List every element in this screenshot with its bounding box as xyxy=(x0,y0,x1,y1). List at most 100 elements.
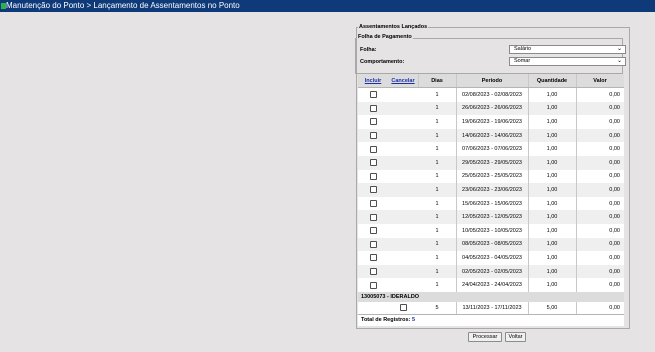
cell-valor: 0,00 xyxy=(609,227,620,234)
cell-valor: 0,00 xyxy=(609,254,620,261)
table-row: 1 26/06/2023 - 26/06/2023 1,00 0,00 xyxy=(358,101,624,116)
row-checkbox[interactable] xyxy=(369,132,377,140)
cell-dias: 1 xyxy=(435,241,439,248)
assentamentos-legend: Assentamentos Lançados xyxy=(358,24,429,31)
header-quantidade: Quantidade xyxy=(536,77,568,84)
cell-periodo: 14/06/2023 - 14/06/2023 xyxy=(462,132,522,139)
cell-periodo: 10/05/2023 - 10/05/2023 xyxy=(462,227,522,234)
cancelar-link[interactable]: Cancelar xyxy=(388,74,418,87)
cell-valor: 0,00 xyxy=(609,132,620,139)
table-row: 1 19/06/2023 - 19/06/2023 1,00 0,00 xyxy=(358,115,624,129)
row-checkbox[interactable] xyxy=(369,172,377,180)
row-checkbox[interactable] xyxy=(369,186,377,194)
cell-periodo: 13/11/2023 - 17/11/2023 xyxy=(462,304,522,311)
folha-label: Folha: xyxy=(360,47,377,53)
row-checkbox[interactable] xyxy=(369,91,377,99)
cell-dias: 1 xyxy=(435,118,439,125)
cell-periodo: 12/05/2023 - 12/05/2023 xyxy=(462,214,522,221)
processar-button[interactable]: Processar xyxy=(468,332,502,342)
cell-quantidade: 1,00 xyxy=(546,254,558,261)
cell-dias: 1 xyxy=(435,132,439,139)
cell-dias: 1 xyxy=(435,200,439,207)
group-header: 13005073 - IDERALDO xyxy=(358,291,624,302)
cell-quantidade: 1,00 xyxy=(546,132,558,139)
chevron-down-icon: ⌄ xyxy=(616,46,622,52)
total-label: Total de Registros: xyxy=(361,316,411,323)
cell-dias: 5 xyxy=(435,304,439,311)
table-row: 1 24/04/2023 - 24/04/2023 1,00 0,00 xyxy=(358,278,624,292)
row-checkbox[interactable] xyxy=(369,227,377,235)
cell-quantidade: 1,00 xyxy=(546,241,558,248)
cell-quantidade: 5,00 xyxy=(546,304,558,311)
cell-quantidade: 1,00 xyxy=(546,105,558,112)
cell-dias: 1 xyxy=(435,91,439,98)
cell-quantidade: 1,00 xyxy=(546,282,558,289)
table-row: 1 14/06/2023 - 14/06/2023 1,00 0,00 xyxy=(358,128,624,143)
row-checkbox[interactable] xyxy=(369,145,377,153)
cell-dias: 1 xyxy=(435,254,439,261)
table-row: 1 23/06/2023 - 23/06/2023 1,00 0,00 xyxy=(358,183,624,197)
incluir-link[interactable]: Incluir xyxy=(358,74,388,87)
voltar-button[interactable]: Voltar xyxy=(505,332,526,342)
cell-periodo: 08/05/2023 - 08/05/2023 xyxy=(462,241,522,248)
row-checkbox[interactable] xyxy=(369,281,377,289)
cell-dias: 1 xyxy=(435,268,439,275)
cell-periodo: 02/05/2023 - 02/05/2023 xyxy=(462,268,522,275)
cell-dias: 1 xyxy=(435,146,439,153)
cell-periodo: 19/06/2023 - 19/06/2023 xyxy=(462,118,522,125)
cell-dias: 1 xyxy=(435,214,439,221)
cell-dias: 1 xyxy=(435,105,439,112)
table-row: 1 25/05/2023 - 25/05/2023 1,00 0,00 xyxy=(358,169,624,184)
cell-dias: 1 xyxy=(435,282,439,289)
row-checkbox[interactable] xyxy=(369,200,377,208)
folha-fieldset xyxy=(355,38,623,74)
cell-valor: 0,00 xyxy=(609,186,620,193)
row-checkbox[interactable] xyxy=(369,254,377,262)
table-row: 1 15/06/2023 - 15/06/2023 1,00 0,00 xyxy=(358,196,624,211)
assentamentos-panel: Assentamentos Lançados Folha de Pagament… xyxy=(352,22,635,330)
cell-periodo: 24/04/2023 - 24/04/2023 xyxy=(462,282,522,289)
cell-valor: 0,00 xyxy=(609,173,620,180)
cell-quantidade: 1,00 xyxy=(546,146,558,153)
row-checkbox[interactable] xyxy=(369,118,377,126)
table-row: 1 02/05/2023 - 02/05/2023 1,00 0,00 xyxy=(358,264,624,279)
cell-valor: 0,00 xyxy=(609,146,620,153)
cell-quantidade: 1,00 xyxy=(546,227,558,234)
cell-valor: 0,00 xyxy=(609,200,620,207)
row-checkbox[interactable] xyxy=(369,213,377,221)
cell-periodo: 23/06/2023 - 23/06/2023 xyxy=(462,186,522,193)
table-row: 1 07/06/2023 - 07/06/2023 1,00 0,00 xyxy=(358,142,624,156)
folha-select[interactable]: Salário ⌄ xyxy=(509,45,626,54)
cell-dias: 1 xyxy=(435,227,439,234)
cell-valor: 0,00 xyxy=(609,268,620,275)
table-row: 1 08/05/2023 - 08/05/2023 1,00 0,00 xyxy=(358,237,624,252)
cell-valor: 0,00 xyxy=(609,304,620,311)
row-checkbox[interactable] xyxy=(399,304,407,312)
row-checkbox[interactable] xyxy=(369,240,377,248)
cell-periodo: 07/06/2023 - 07/06/2023 xyxy=(462,146,522,153)
table-row: 1 04/05/2023 - 04/05/2023 1,00 0,00 xyxy=(358,251,624,265)
table-row: 1 02/08/2023 - 02/08/2023 1,00 0,00 xyxy=(358,88,624,102)
cell-valor: 0,00 xyxy=(609,282,620,289)
table-row: 5 13/11/2023 - 17/11/2023 5,00 0,00 xyxy=(358,301,624,314)
comportamento-select-value: Somar xyxy=(514,58,531,64)
cell-quantidade: 1,00 xyxy=(546,268,558,275)
cell-valor: 0,00 xyxy=(609,105,620,112)
cell-valor: 0,00 xyxy=(609,159,620,166)
cell-quantidade: 1,00 xyxy=(546,200,558,207)
chevron-down-icon: ⌄ xyxy=(616,58,622,64)
cell-quantidade: 1,00 xyxy=(546,214,558,221)
row-checkbox[interactable] xyxy=(369,159,377,167)
cell-dias: 1 xyxy=(435,159,439,166)
comportamento-select[interactable]: Somar ⌄ xyxy=(509,57,626,66)
cell-quantidade: 1,00 xyxy=(546,159,558,166)
cell-valor: 0,00 xyxy=(609,118,620,125)
cell-periodo: 15/06/2023 - 15/06/2023 xyxy=(462,200,522,207)
cell-periodo: 29/05/2023 - 29/05/2023 xyxy=(462,159,522,166)
assentamentos-table: Incluir Cancelar Dias Periodo Quantidade… xyxy=(358,74,624,326)
cell-valor: 0,00 xyxy=(609,214,620,221)
cell-quantidade: 1,00 xyxy=(546,186,558,193)
row-checkbox[interactable] xyxy=(369,268,377,276)
row-checkbox[interactable] xyxy=(369,104,377,112)
comportamento-label: Comportamento: xyxy=(360,59,405,65)
